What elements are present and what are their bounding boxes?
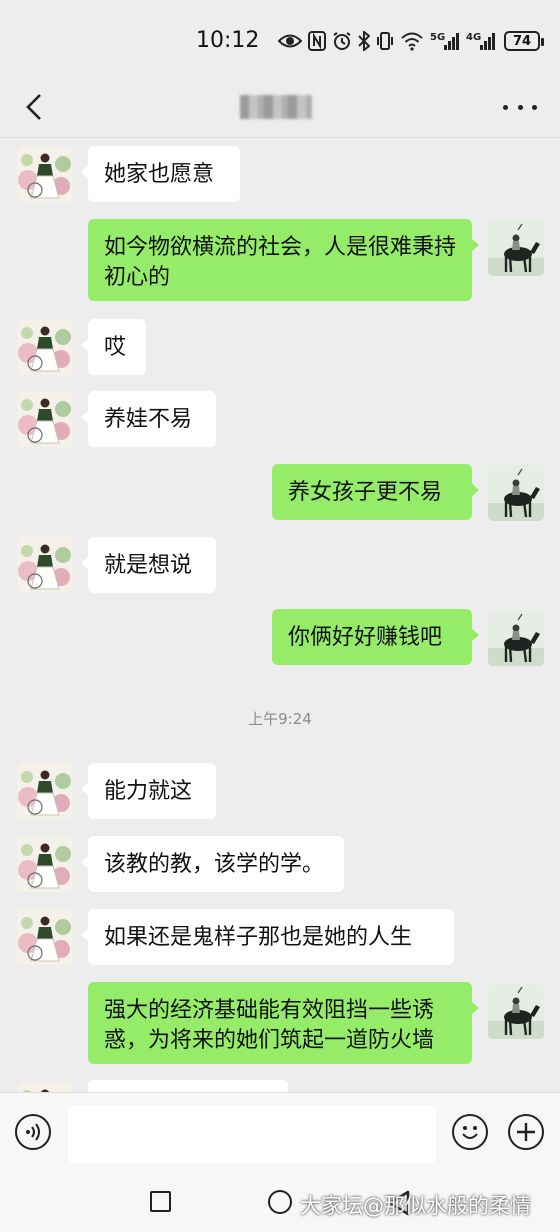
emoji-icon [462,1126,478,1139]
vibrate-icon [376,31,394,51]
more-dots-icon [503,104,508,110]
more-button[interactable] [503,94,537,120]
status-bar: 10:12 5G 4G 74 [0,0,560,80]
back-button[interactable] [20,90,50,124]
voice-button[interactable] [15,1114,51,1150]
incoming-message-bubble[interactable]: 她家也愿意 [81,146,240,202]
my-avatar[interactable] [488,465,544,521]
contact-avatar[interactable] [17,537,73,593]
network-5g-label: 5G [430,32,445,43]
contact-avatar[interactable] [17,391,73,447]
voice-icon [26,1123,40,1141]
input-bar [0,1092,560,1174]
contact-avatar[interactable] [17,763,73,819]
nfc-icon [308,31,326,51]
my-avatar[interactable] [488,983,544,1039]
home-icon[interactable] [268,1190,292,1214]
incoming-message-bubble[interactable]: 哎 [81,319,146,375]
contact-avatar[interactable] [17,146,73,202]
incoming-message-bubble[interactable]: 就是想说 [81,537,216,593]
status-time: 10:12 [196,28,260,53]
my-avatar[interactable] [488,220,544,276]
incoming-message-bubble[interactable]: 如果还是鬼样子那也是她的人生 [81,909,454,965]
4g-signal-icon: 4G [466,30,496,52]
chat-title-redacted [240,95,312,119]
outgoing-message-bubble[interactable]: 你俩好好赚钱吧 [272,609,479,665]
5g-signal-icon: 5G [430,30,460,52]
outgoing-message-bubble[interactable]: 养女孩子更不易 [272,464,479,520]
incoming-message-bubble[interactable]: 能力就这 [81,763,216,819]
chat-header [0,80,560,138]
my-avatar[interactable] [488,610,544,666]
chevron-left-icon [26,94,41,120]
incoming-message-bubble[interactable]: 养娃不易 [81,391,216,447]
bluetooth-icon [358,31,370,51]
outgoing-message-bubble[interactable]: 强大的经济基础能有效阻挡一些诱惑，为将来的她们筑起一道防火墙 [88,982,479,1064]
message-input[interactable] [68,1105,436,1163]
message-timestamp: 上午9:24 [248,710,312,728]
status-icons: 5G 4G 74 [278,26,544,56]
eye-icon [278,32,302,50]
plus-icon [517,1123,535,1141]
recent-apps-icon[interactable] [150,1191,171,1212]
alarm-icon [332,31,352,51]
wifi-icon [400,31,424,51]
battery-indicator: 74 [504,31,544,51]
network-4g-label: 4G [466,32,481,43]
contact-avatar[interactable] [17,836,73,892]
plus-button[interactable] [508,1114,544,1150]
outgoing-message-bubble[interactable]: 如今物欲横流的社会，人是很难秉持初心的 [88,219,479,301]
incoming-message-bubble[interactable]: 该教的教，该学的学。 [81,836,344,892]
watermark: 大家坛@那似水般的柔情 [300,1194,531,1218]
contact-avatar[interactable] [17,319,73,375]
contact-avatar[interactable] [17,909,73,965]
emoji-button[interactable] [452,1114,488,1150]
